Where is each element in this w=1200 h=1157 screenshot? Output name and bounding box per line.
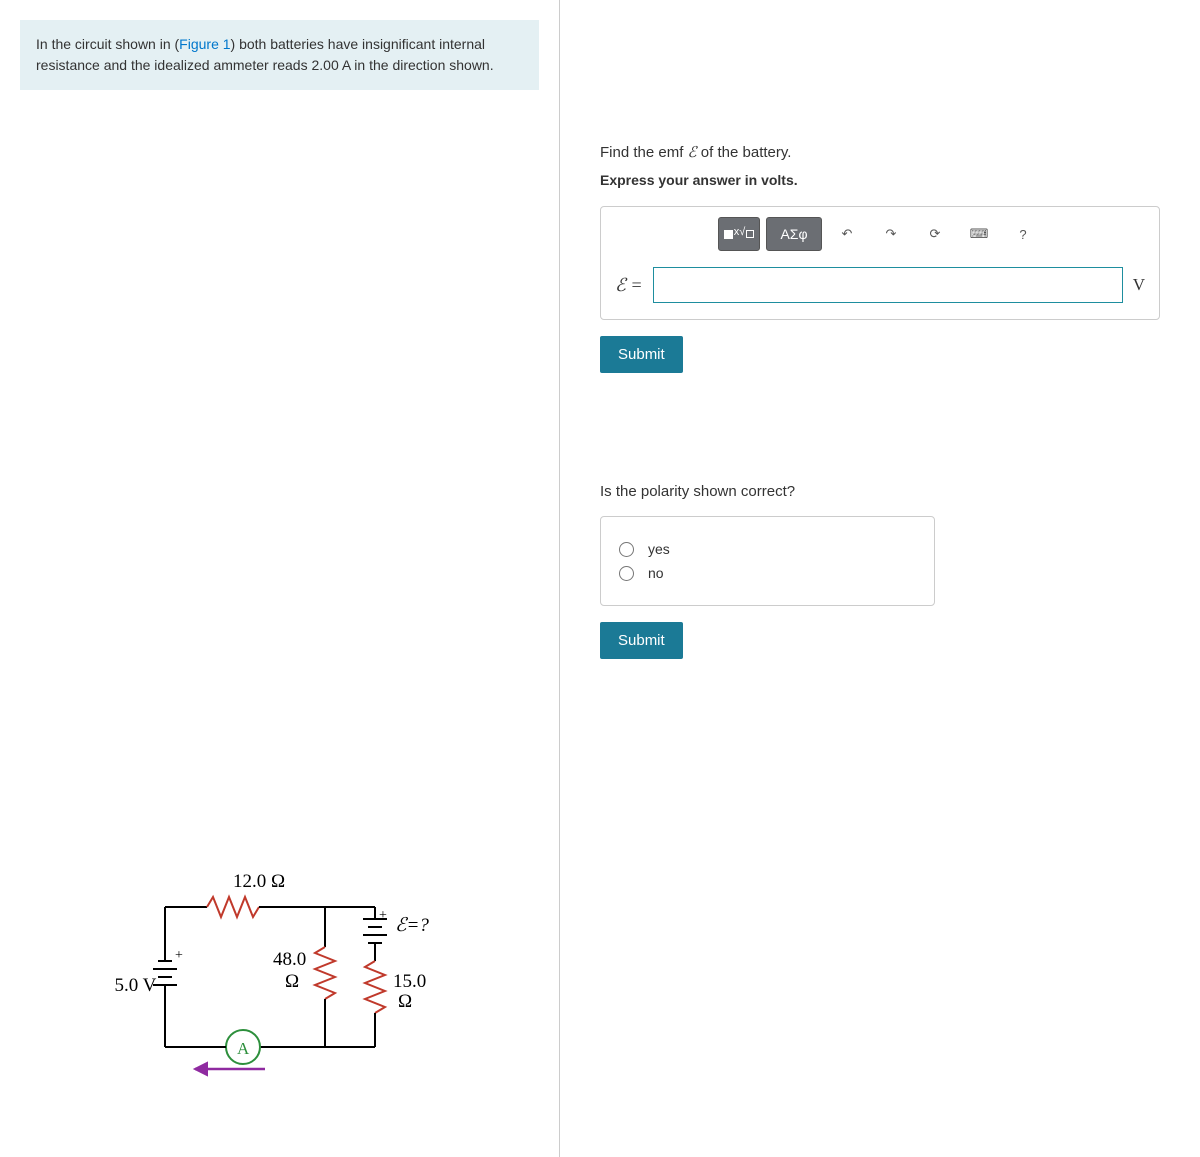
label-ammeter: A <box>237 1039 250 1058</box>
circuit-diagram: 12.0 Ω 48.0 Ω 15.0 Ω 75.0 V ℰ=? A + + <box>115 857 455 1077</box>
radio-row-yes[interactable]: yes <box>619 541 916 557</box>
figure-link[interactable]: Figure 1 <box>179 36 230 52</box>
undo-icon: ↶ <box>842 226 853 242</box>
label-r-right-value: 15.0 <box>393 971 426 992</box>
template-button[interactable]: x√ <box>718 217 760 251</box>
label-v-left: 75.0 V <box>115 975 157 996</box>
radio-no-label: no <box>648 565 664 581</box>
unit-label: V <box>1133 275 1145 295</box>
submit-button-a[interactable]: Submit <box>600 336 683 373</box>
plus-left: + <box>175 948 183 963</box>
label-r-right-unit: Ω <box>398 991 412 1012</box>
help-icon: ? <box>1019 227 1026 242</box>
label-emf: ℰ=? <box>395 915 429 936</box>
problem-statement: In the circuit shown in (Figure 1) both … <box>20 20 539 90</box>
redo-icon: ↷ <box>886 226 897 242</box>
stop-icon <box>724 230 733 239</box>
greek-button[interactable]: ΑΣφ <box>766 217 822 251</box>
problem-text-before: In the circuit shown in ( <box>36 36 179 52</box>
part-b-prompt: Is the polarity shown correct? <box>600 483 1160 500</box>
label-r-mid-unit: Ω <box>285 971 299 992</box>
part-b: Is the polarity shown correct? yes no Su… <box>600 483 1160 659</box>
redo-button[interactable]: ↷ <box>872 217 910 251</box>
reset-button[interactable]: ⟳ <box>916 217 954 251</box>
label-r-top: 12.0 Ω <box>233 871 285 892</box>
radio-no[interactable] <box>619 566 634 581</box>
right-panel: Find the emf ℰ of the battery. Express y… <box>560 0 1200 1157</box>
keyboard-icon: ⌨ <box>970 226 989 242</box>
input-row: ℰ = V <box>611 261 1149 309</box>
keyboard-button[interactable]: ⌨ <box>960 217 998 251</box>
plus-right: + <box>379 908 387 923</box>
reset-icon: ⟳ <box>930 226 941 242</box>
part-a-prompt: Find the emf ℰ of the battery. <box>600 143 1160 162</box>
left-panel: In the circuit shown in (Figure 1) both … <box>0 0 560 1157</box>
part-a-instructions: Express your answer in volts. <box>600 172 1160 188</box>
radio-row-no[interactable]: no <box>619 565 916 581</box>
help-button[interactable]: ? <box>1004 217 1042 251</box>
submit-button-b[interactable]: Submit <box>600 622 683 659</box>
answer-input[interactable] <box>653 267 1123 303</box>
label-r-mid-value: 48.0 <box>273 949 306 970</box>
radio-yes-label: yes <box>648 541 670 557</box>
answer-box-a: x√ ΑΣφ ↶ ↷ ⟳ ⌨ ? ℰ = V <box>600 206 1160 320</box>
input-label: ℰ = <box>615 275 643 296</box>
radio-box: yes no <box>600 516 935 606</box>
undo-button[interactable]: ↶ <box>828 217 866 251</box>
toolbar: x√ ΑΣφ ↶ ↷ ⟳ ⌨ ? <box>611 217 1149 261</box>
radio-yes[interactable] <box>619 542 634 557</box>
